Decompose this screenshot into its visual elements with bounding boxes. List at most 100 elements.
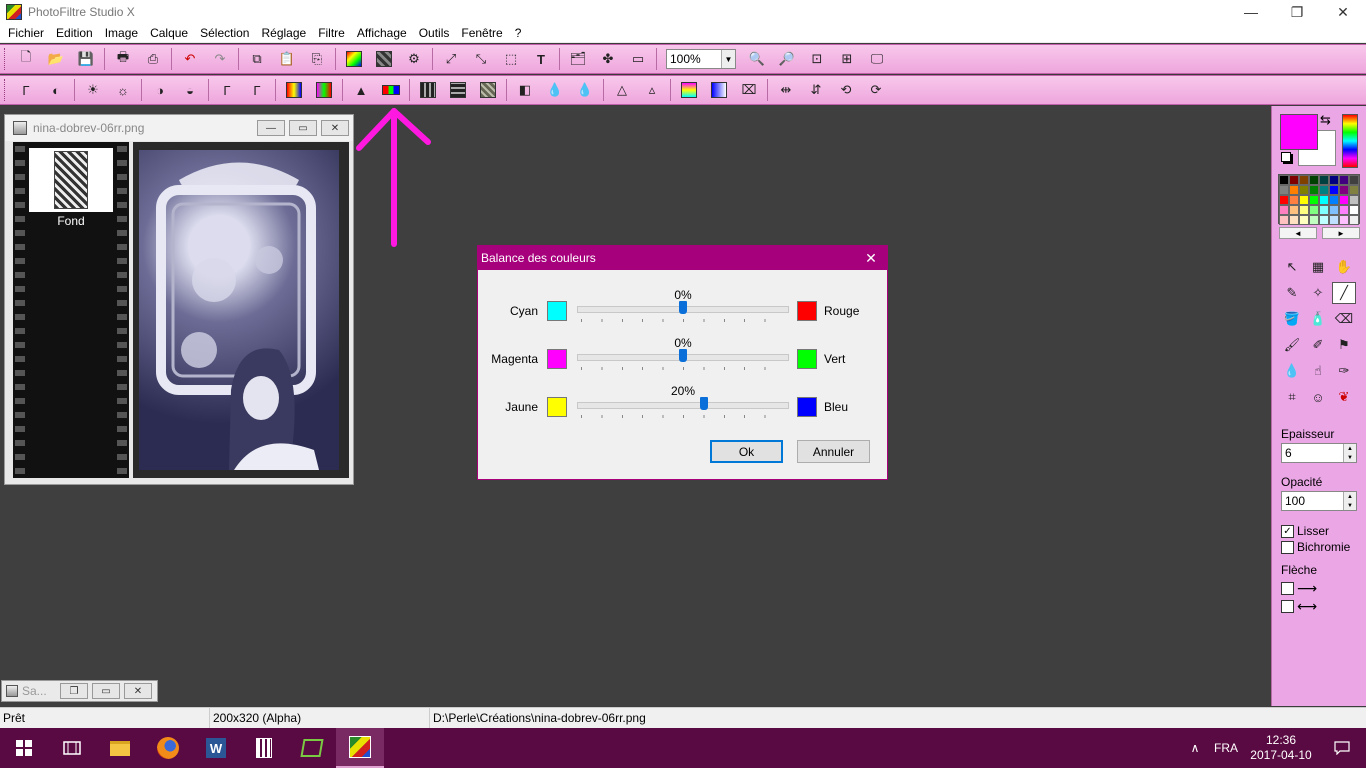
zoom-out-icon[interactable]: 🔎 bbox=[776, 48, 798, 70]
advanced-brush-tool-icon[interactable]: ✐ bbox=[1306, 334, 1330, 356]
palette-swatch[interactable] bbox=[1349, 185, 1359, 195]
arrow-both-box[interactable] bbox=[1281, 600, 1294, 613]
color-spectrum[interactable] bbox=[1342, 114, 1358, 168]
image-document-window[interactable]: nina-dobrev-06rr.png — ▭ ✕ Fond bbox=[4, 114, 354, 485]
chevron-down-icon[interactable]: ▼ bbox=[721, 50, 735, 68]
chevron-up-icon[interactable]: ∧ bbox=[1182, 741, 1208, 755]
canvas-size-icon[interactable]: ⤡ bbox=[470, 48, 492, 70]
palette-swatch[interactable] bbox=[1279, 195, 1289, 205]
close-small-button[interactable]: ✕ bbox=[124, 683, 152, 699]
palette-swatch[interactable] bbox=[1289, 215, 1299, 225]
text-tool-icon[interactable]: T bbox=[530, 48, 552, 70]
cancel-button[interactable]: Annuler bbox=[797, 440, 870, 463]
palette-swatch[interactable] bbox=[1289, 185, 1299, 195]
gradient-fill-icon[interactable] bbox=[708, 79, 730, 101]
ok-button[interactable]: Ok bbox=[710, 440, 783, 463]
contrast-minus-icon[interactable]: ◑ bbox=[149, 79, 171, 101]
clone-tool-icon[interactable]: ✑ bbox=[1332, 360, 1356, 382]
selection-tool-icon[interactable]: ▦ bbox=[1306, 256, 1330, 278]
palette-swatch[interactable] bbox=[1279, 185, 1289, 195]
palette-swatch[interactable] bbox=[1279, 205, 1289, 215]
palette-swatch[interactable] bbox=[1339, 195, 1349, 205]
menu-fenetre[interactable]: Fenêtre bbox=[455, 26, 508, 40]
magic-wand-tool-icon[interactable]: ✧ bbox=[1306, 282, 1330, 304]
auto-contrast-icon[interactable]: ◐ bbox=[45, 79, 67, 101]
zoom-select[interactable]: 100% ▼ bbox=[666, 49, 736, 69]
yellow-blue-slider-thumb[interactable] bbox=[700, 397, 709, 410]
actual-size-icon[interactable]: ⊡ bbox=[806, 48, 828, 70]
undo-icon[interactable]: ↶ bbox=[179, 48, 201, 70]
bichromie-checkbox[interactable]: Bichromie bbox=[1281, 540, 1350, 554]
palette-swatch[interactable] bbox=[1339, 185, 1349, 195]
menu-edition[interactable]: Edition bbox=[50, 26, 99, 40]
filter-pattern-3-icon[interactable] bbox=[477, 79, 499, 101]
color-balance-icon[interactable] bbox=[380, 79, 402, 101]
hand-tool-icon[interactable]: ✋ bbox=[1332, 256, 1356, 278]
blur-tool-icon[interactable]: 💧 bbox=[1280, 360, 1304, 382]
palette-swatch[interactable] bbox=[1349, 195, 1359, 205]
palette-swatch[interactable] bbox=[1279, 175, 1289, 185]
epaisseur-spinbox[interactable]: 6 ▲ ▼ bbox=[1281, 443, 1357, 463]
menu-image[interactable]: Image bbox=[99, 26, 144, 40]
arrow-both-checkbox[interactable]: ⟷ bbox=[1281, 598, 1317, 615]
blur-more-icon[interactable]: 💧 bbox=[574, 79, 596, 101]
contrast-plus-icon[interactable]: ◒ bbox=[179, 79, 201, 101]
minimize-button[interactable]: — bbox=[1228, 0, 1274, 24]
grayscale-icon[interactable]: ◧ bbox=[514, 79, 536, 101]
palette-swatch[interactable] bbox=[1319, 195, 1329, 205]
magenta-green-slider-thumb[interactable] bbox=[679, 349, 687, 362]
rotate-right-icon[interactable]: ⟳ bbox=[865, 79, 887, 101]
palette-next-button[interactable]: ► bbox=[1322, 227, 1360, 239]
palette-swatch[interactable] bbox=[1309, 175, 1319, 185]
menu-reglage[interactable]: Réglage bbox=[255, 26, 312, 40]
dialog-close-icon[interactable]: ✕ bbox=[855, 246, 887, 270]
levels-icon[interactable]: ▲ bbox=[350, 79, 372, 101]
crop-icon[interactable]: ⬚ bbox=[500, 48, 522, 70]
fill-bucket-tool-icon[interactable]: 🪣 bbox=[1280, 308, 1304, 330]
palette-swatch[interactable] bbox=[1329, 195, 1339, 205]
scan-icon[interactable]: ⎙ bbox=[142, 48, 164, 70]
task-view-icon[interactable] bbox=[48, 728, 96, 768]
image-window-titlebar[interactable]: nina-dobrev-06rr.png — ▭ ✕ bbox=[5, 115, 353, 141]
strawberry-tool-icon[interactable]: ❦ bbox=[1332, 386, 1356, 408]
layer-thumbnail[interactable] bbox=[29, 148, 113, 212]
palette-swatch[interactable] bbox=[1349, 205, 1359, 215]
minimized-window[interactable]: Sa... ❐ ▭ ✕ bbox=[1, 680, 158, 702]
smudge-tool-icon[interactable]: ☝ bbox=[1306, 360, 1330, 382]
transparency-icon[interactable]: ⌧ bbox=[738, 79, 760, 101]
notifications-icon[interactable] bbox=[1318, 741, 1366, 755]
color-palette[interactable] bbox=[1278, 174, 1360, 225]
spin-arrows-icon[interactable]: ▲ ▼ bbox=[1343, 492, 1356, 510]
print-icon[interactable]: 🖶 bbox=[112, 48, 134, 70]
redo-icon[interactable]: ↷ bbox=[209, 48, 231, 70]
auto-levels-icon[interactable]: Γ bbox=[15, 79, 37, 101]
bichromie-box[interactable] bbox=[1281, 540, 1294, 554]
palette-swatch[interactable] bbox=[1309, 195, 1319, 205]
brightness-minus-icon[interactable]: ☀ bbox=[82, 79, 104, 101]
zoom-in-icon[interactable]: 🔍 bbox=[746, 48, 768, 70]
palette-swatch[interactable] bbox=[1339, 205, 1349, 215]
opacite-spinbox[interactable]: 100 ▲ ▼ bbox=[1281, 491, 1357, 511]
gradient-icon[interactable] bbox=[343, 48, 365, 70]
palette-swatch[interactable] bbox=[1289, 205, 1299, 215]
palette-swatch[interactable] bbox=[1329, 175, 1339, 185]
palette-swatch[interactable] bbox=[1279, 215, 1289, 225]
saturation-minus-icon[interactable] bbox=[283, 79, 305, 101]
filter-pattern-2-icon[interactable] bbox=[447, 79, 469, 101]
sharpen-icon[interactable]: △ bbox=[611, 79, 633, 101]
palette-swatch[interactable] bbox=[1289, 175, 1299, 185]
maximize-button[interactable]: ❐ bbox=[1274, 0, 1320, 24]
paste-image-icon[interactable]: 📋 bbox=[276, 48, 298, 70]
palette-swatch[interactable] bbox=[1329, 215, 1339, 225]
palette-swatch[interactable] bbox=[1329, 205, 1339, 215]
close-button[interactable]: ✕ bbox=[1320, 0, 1366, 24]
restore-button[interactable]: ❐ bbox=[60, 683, 88, 699]
calculator-icon[interactable] bbox=[240, 728, 288, 768]
maximize-small-button[interactable]: ▭ bbox=[92, 683, 120, 699]
explorer-icon[interactable]: 🗂 bbox=[567, 48, 589, 70]
arrow-end-checkbox[interactable]: ⟶ bbox=[1281, 580, 1317, 597]
reset-colors-icon[interactable] bbox=[1281, 152, 1291, 162]
deform-tool-icon[interactable]: ⌗ bbox=[1280, 386, 1304, 408]
paste-new-icon[interactable]: ⎘ bbox=[306, 48, 328, 70]
word-icon[interactable]: W bbox=[192, 728, 240, 768]
